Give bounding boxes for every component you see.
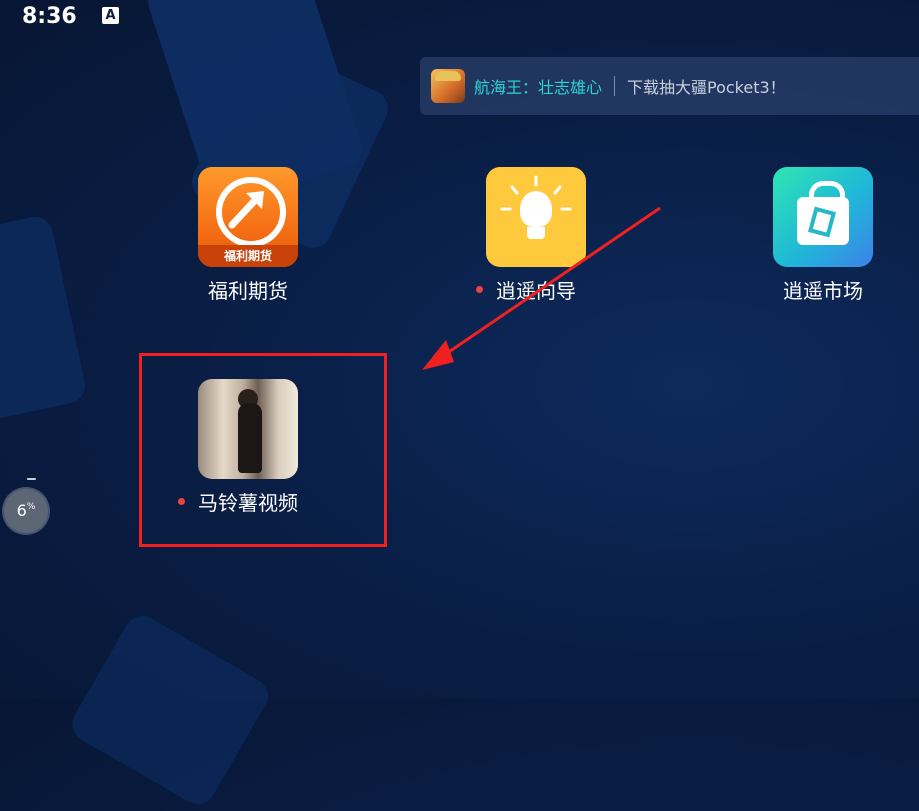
gauge-tick (27, 478, 36, 480)
gauge-value: 6 (16, 501, 27, 520)
pointer-arrow (422, 206, 661, 370)
memory-gauge[interactable]: 6% (4, 489, 48, 533)
gauge-unit: % (26, 502, 36, 512)
